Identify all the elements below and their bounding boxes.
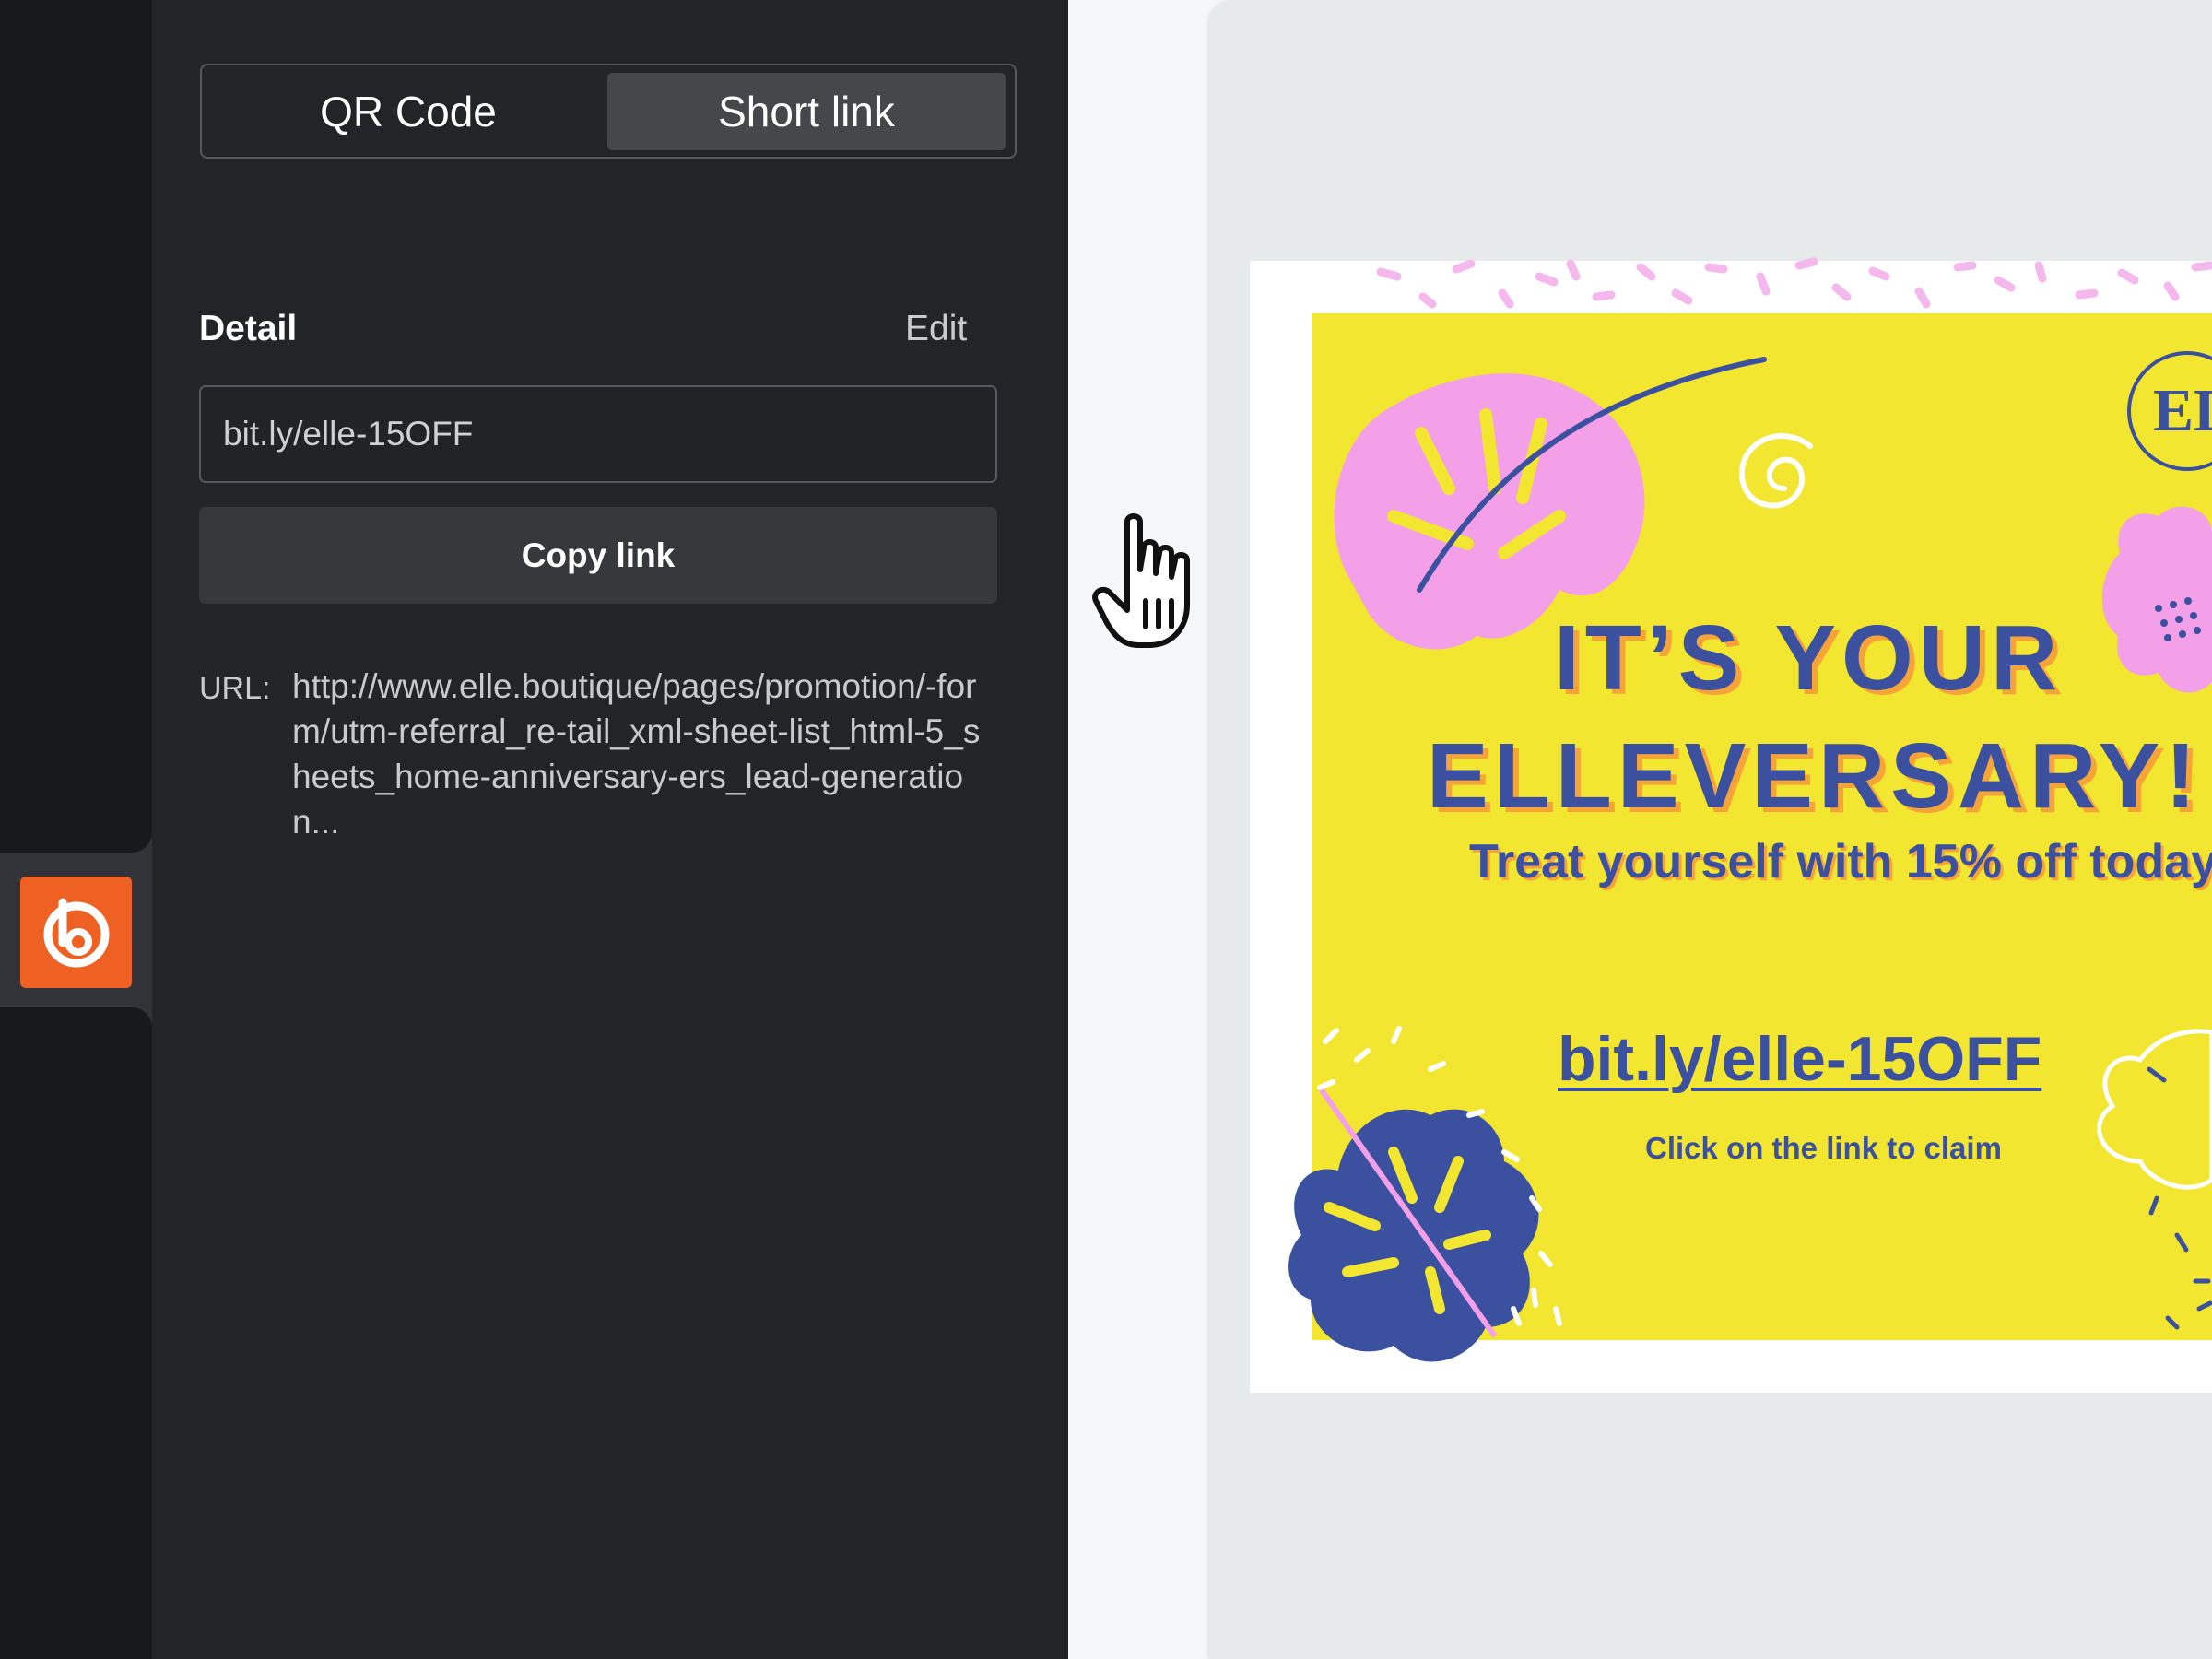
tab-short-link[interactable]: Short link <box>607 73 1006 150</box>
short-link-field[interactable]: bit.ly/elle-15OFF <box>199 385 997 483</box>
copy-link-button[interactable]: Copy link <box>199 507 997 604</box>
tab-qr-code[interactable]: QR Code <box>209 73 607 150</box>
preview-frame: EL IT’S YOUR ELLEVERSARY! Treat yourself… <box>1209 0 2212 1659</box>
promo-headline-line1: IT’S YOUR <box>1554 606 2064 710</box>
promo-subhead: Treat yourself with 15% off today <box>1469 835 2212 888</box>
app-rail <box>0 0 152 1659</box>
edit-button[interactable]: Edit <box>905 309 967 349</box>
promo-decorations <box>1288 257 2212 1362</box>
share-panel: QR Code Short link Detail Edit bit.ly/el… <box>152 0 1190 1659</box>
url-label: URL: <box>199 671 271 706</box>
url-value: http://www.elle.boutique/pages/promotion… <box>292 667 981 841</box>
hand-pointer-icon <box>1092 513 1190 648</box>
rail-bottom-section <box>0 1007 152 1659</box>
rail-top-section <box>0 0 152 853</box>
short-link-value: bit.ly/elle-15OFF <box>223 415 474 453</box>
promo-headline-line2: ELLEVERSARY! <box>1427 724 2202 828</box>
share-type-toggle: QR Code Short link <box>200 64 1017 159</box>
bitly-logo-icon[interactable] <box>20 877 132 988</box>
detail-heading: Detail <box>199 309 298 348</box>
promo-claim-text: Click on the link to claim <box>1645 1131 2002 1165</box>
promo-short-link[interactable]: bit.ly/elle-15OFF <box>1558 1023 2041 1095</box>
